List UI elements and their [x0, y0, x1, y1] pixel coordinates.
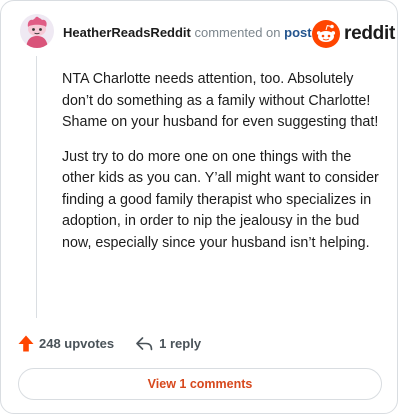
comment-card: HeatherReadsReddit commented on post red… [0, 0, 398, 414]
reply-button[interactable]: 1 reply [136, 336, 201, 351]
reddit-wordmark: reddit [344, 23, 395, 44]
comment-header: HeatherReadsReddit commented on post [63, 25, 312, 40]
post-link[interactable]: post [284, 25, 311, 40]
comment-paragraph: NTA Charlotte needs attention, too. Abso… [62, 71, 379, 130]
comment-body: NTA Charlotte needs attention, too. Abso… [62, 69, 382, 267]
reply-count: 1 reply [159, 336, 202, 351]
snoo-avatar-icon [20, 14, 54, 48]
reddit-alien-icon [312, 20, 340, 48]
upvote-count: 248 upvotes [39, 336, 115, 351]
upvote-arrow-icon[interactable] [18, 335, 34, 352]
view-comments-button[interactable]: View 1 comments [18, 368, 382, 400]
comment-paragraph: Just try to do more one on one things wi… [62, 148, 379, 251]
reply-arrow-icon [136, 336, 153, 350]
username[interactable]: HeatherReadsReddit [63, 25, 191, 40]
action-text: commented on [194, 25, 281, 40]
thread-line[interactable] [36, 56, 37, 318]
user-avatar[interactable] [20, 14, 54, 48]
upvote-button[interactable]: 248 upvotes [18, 335, 114, 352]
comment-actions: 248 upvotes 1 reply [18, 335, 201, 352]
reddit-logo[interactable]: reddit [312, 20, 395, 48]
